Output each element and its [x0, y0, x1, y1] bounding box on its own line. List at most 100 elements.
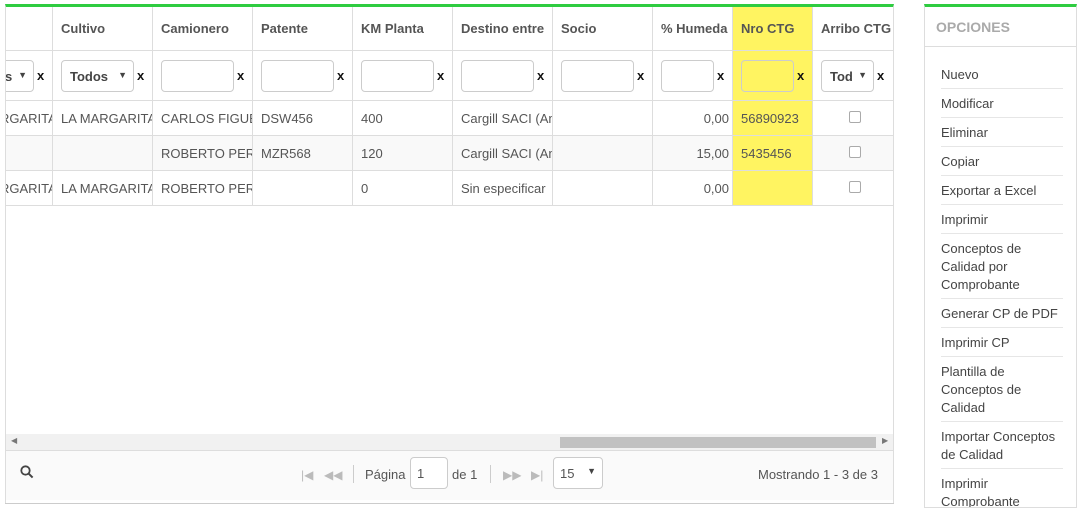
col-header-arribo-ctg-label: Arribo CTG — [821, 21, 892, 36]
col-header-partial[interactable] — [6, 7, 53, 50]
filter-ctg-input[interactable] — [741, 60, 794, 92]
scrollbar-thumb[interactable] — [560, 437, 876, 448]
cell-km: 120 — [353, 136, 453, 170]
last-page-icon[interactable]: ▶| — [531, 468, 543, 482]
filter-patente-input[interactable] — [261, 60, 334, 92]
filter-km-input[interactable] — [361, 60, 434, 92]
col-header-nro-ctg-label: Nro CTG — [741, 21, 795, 36]
options-sidebar: OPCIONES Nuevo Modificar Eliminar Copiar… — [924, 4, 1077, 508]
clear-filter-button[interactable]: x — [717, 68, 724, 83]
col-header-nro-ctg[interactable]: Nro CTG — [733, 7, 813, 50]
menu-item-imprimir[interactable]: Imprimir — [941, 211, 1063, 234]
clear-filter-button[interactable]: x — [877, 68, 884, 83]
clear-filter-button[interactable]: x — [797, 68, 804, 83]
col-header-km-planta[interactable]: KM Planta — [353, 7, 453, 50]
clear-filter-button[interactable]: x — [137, 68, 144, 83]
filter-destino-input[interactable] — [461, 60, 534, 92]
filter-cell-cultivo: Todos ▼ x — [53, 51, 153, 100]
filter-arribo-select[interactable]: Tod ▼ — [821, 60, 874, 92]
col-header-destino-label: Destino entre — [461, 21, 545, 36]
chevron-down-icon: ▼ — [18, 70, 27, 80]
col-header-humedad[interactable]: % Humeda — [653, 7, 733, 50]
col-header-socio[interactable]: Socio — [553, 7, 653, 50]
col-header-km-planta-label: KM Planta — [361, 21, 424, 36]
chevron-down-icon: ▼ — [118, 70, 127, 80]
table-row[interactable]: ROBERTO PERA MZR568 120 Cargill SACI (Am… — [6, 136, 893, 171]
table-row[interactable]: RGARITA LA MARGARITA CARLOS FIGUEI DSW45… — [6, 101, 893, 136]
cell-patente — [253, 171, 353, 205]
cell-camionero: ROBERTO PERA — [153, 136, 253, 170]
cell-patente: DSW456 — [253, 101, 353, 135]
filter-cell-humedad: x — [653, 51, 733, 100]
cell-ctg — [733, 171, 813, 205]
clear-filter-button[interactable]: x — [37, 68, 44, 83]
col-header-camionero[interactable]: Camionero — [153, 7, 253, 50]
filter-cell-camionero: x — [153, 51, 253, 100]
clear-filter-button[interactable]: x — [437, 68, 444, 83]
cell-humedad: 0,00 — [653, 171, 733, 205]
table-row[interactable]: RGARITA LA MARGARITA ROBERTO PERA 0 Sin … — [6, 171, 893, 206]
clear-filter-button[interactable]: x — [637, 68, 644, 83]
menu-item-importar-conceptos[interactable]: Importar Conceptos de Calidad — [941, 428, 1063, 469]
arribo-checkbox[interactable] — [849, 181, 861, 193]
arribo-checkbox[interactable] — [849, 111, 861, 123]
col-header-cultivo[interactable]: Cultivo — [53, 7, 153, 50]
filter-camionero-input[interactable] — [161, 60, 234, 92]
menu-item-imprimir-comprobante[interactable]: Imprimir Comprobante — [941, 475, 1063, 507]
scroll-left-icon[interactable]: ◀ — [11, 436, 17, 445]
cell-cultivo: LA MARGARITA — [53, 101, 153, 135]
prev-page-icon[interactable]: ◀◀ — [324, 468, 342, 482]
first-page-icon[interactable]: |◀ — [301, 468, 313, 482]
search-icon[interactable] — [20, 465, 34, 482]
clear-filter-button[interactable]: x — [337, 68, 344, 83]
menu-item-conceptos-calidad[interactable]: Conceptos de Calidad por Comprobante — [941, 240, 1063, 299]
clear-filter-button[interactable]: x — [537, 68, 544, 83]
cell-arribo — [813, 136, 893, 170]
horizontal-scrollbar[interactable]: ◀ ▶ — [6, 434, 893, 450]
filter-cell-patente: x — [253, 51, 353, 100]
col-header-destino[interactable]: Destino entre — [453, 7, 553, 50]
menu-item-modificar[interactable]: Modificar — [941, 95, 1063, 118]
menu-item-imprimir-cp[interactable]: Imprimir CP — [941, 334, 1063, 357]
page-label: Página — [365, 467, 406, 482]
filter-partial-select[interactable]: s▼ — [6, 60, 34, 92]
filter-cell-ctg: x — [733, 51, 813, 100]
cell-socio — [553, 101, 653, 135]
sidebar-title: OPCIONES — [925, 7, 1076, 47]
filter-arribo-select-value: Tod — [830, 69, 853, 84]
col-header-patente[interactable]: Patente — [253, 7, 353, 50]
filter-cell-km: x — [353, 51, 453, 100]
chevron-down-icon: ▼ — [858, 70, 867, 80]
filter-cultivo-select-value: Todos — [70, 69, 109, 84]
filter-cultivo-select[interactable]: Todos ▼ — [61, 60, 134, 92]
col-header-patente-label: Patente — [261, 21, 308, 36]
filter-partial-select-value: s — [6, 69, 12, 84]
arribo-checkbox[interactable] — [849, 146, 861, 158]
col-header-cultivo-label: Cultivo — [61, 21, 106, 36]
filter-socio-input[interactable] — [561, 60, 634, 92]
cell-cultivo — [53, 136, 153, 170]
clear-filter-button[interactable]: x — [237, 68, 244, 83]
pager: |◀ ◀◀ Página 1 de 1 ▶▶ ▶| 15 ▼ Mostrando … — [6, 450, 893, 500]
chevron-down-icon: ▼ — [587, 466, 596, 476]
cell-partial — [6, 136, 53, 170]
page-number-input[interactable]: 1 — [410, 457, 448, 489]
cell-humedad: 15,00 — [653, 136, 733, 170]
col-header-camionero-label: Camionero — [161, 21, 229, 36]
menu-item-generar-cp-pdf[interactable]: Generar CP de PDF — [941, 305, 1063, 328]
next-page-icon[interactable]: ▶▶ — [503, 468, 521, 482]
cell-arribo — [813, 171, 893, 205]
menu-item-eliminar[interactable]: Eliminar — [941, 124, 1063, 147]
scroll-right-icon[interactable]: ▶ — [882, 436, 888, 445]
menu-item-copiar[interactable]: Copiar — [941, 153, 1063, 176]
pager-separator — [353, 465, 354, 483]
page-size-select[interactable]: 15 ▼ — [553, 457, 603, 489]
cell-arribo — [813, 101, 893, 135]
menu-item-plantilla-conceptos[interactable]: Plantilla de Conceptos de Calidad — [941, 363, 1063, 422]
data-grid: Cultivo Camionero Patente KM Planta Dest… — [5, 4, 894, 504]
menu-item-exportar-excel[interactable]: Exportar a Excel — [941, 182, 1063, 205]
filter-humedad-input[interactable] — [661, 60, 714, 92]
menu-item-nuevo[interactable]: Nuevo — [941, 66, 1063, 89]
col-header-arribo-ctg[interactable]: Arribo CTG — [813, 7, 893, 50]
grid-header: Cultivo Camionero Patente KM Planta Dest… — [6, 7, 893, 51]
